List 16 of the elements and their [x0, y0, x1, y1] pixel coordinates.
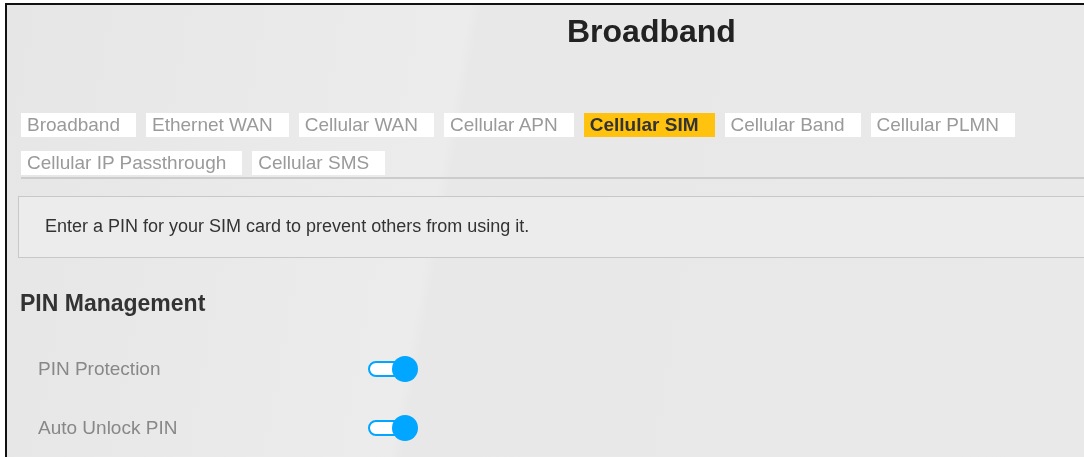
tab[interactable]: Cellular SIM — [583, 113, 715, 137]
toggle-switch[interactable] — [368, 355, 418, 382]
tab[interactable]: Cellular IP Passthrough — [21, 151, 243, 175]
setting-label: PIN Protection — [37, 357, 162, 380]
tab[interactable]: Cellular SMS — [252, 151, 386, 175]
tab[interactable]: Ethernet WAN — [145, 113, 289, 137]
setting-label: Auto Unlock PIN — [37, 416, 179, 439]
tab[interactable]: Cellular WAN — [298, 113, 435, 137]
tab[interactable]: Cellular APN — [444, 113, 574, 137]
info-message: Enter a PIN for your SIM card to prevent others from using it. — [18, 196, 1084, 258]
section-title: PIN Management — [20, 290, 206, 317]
page-title: Broadband — [566, 12, 736, 50]
tab[interactable]: Cellular Band — [724, 113, 861, 137]
tab[interactable]: Cellular PLMN — [870, 113, 1016, 137]
toggle-switch[interactable] — [368, 414, 418, 441]
tab[interactable]: Broadband — [21, 113, 136, 137]
